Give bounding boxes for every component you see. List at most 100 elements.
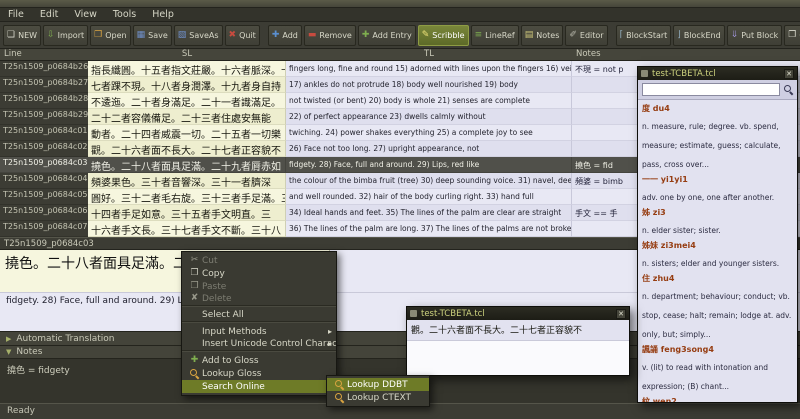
- line-id-cell[interactable]: T25n1509_p0684c05: [0, 189, 88, 205]
- gloss-entry[interactable]: 住 zhu4 n. department; behaviour; conduct…: [642, 273, 793, 341]
- gloss-entry[interactable]: 度 du4 n. measure, rule; degree. vb. spen…: [642, 103, 793, 171]
- quit-icon: ✖: [228, 29, 237, 40]
- column-header-notes[interactable]: Notes: [572, 49, 800, 60]
- source-cell[interactable]: 十六者手文長。三十七者手文不斷。三十八: [88, 221, 286, 237]
- target-cell[interactable]: fingers long, fine and round 15) adorned…: [286, 61, 572, 77]
- context-menu-item[interactable]: ✘ Delete ▸: [182, 293, 336, 306]
- toolbar-button[interactable]: ❒ Open: [90, 24, 131, 46]
- gloss-window-titlebar[interactable]: test-TCBETA.tcl ✕: [638, 67, 797, 80]
- toolbar-button[interactable]: ▤ Notes: [520, 24, 564, 46]
- line-id-cell[interactable]: T25n1509_p0684c02: [0, 141, 88, 157]
- line-id-cell[interactable]: T25n1509_p0684c04: [0, 173, 88, 189]
- gloss-entry[interactable]: 紋 wen2 (n) pattern, marks, traces, rippl…: [642, 396, 793, 402]
- source-cell[interactable]: 二十二者容儀備足。二十三者住處安無能: [88, 109, 286, 125]
- search-icon: [335, 380, 344, 389]
- menubar-item[interactable]: Tools: [105, 8, 144, 21]
- toolbar-button[interactable]: ≡ LineRef: [470, 24, 519, 46]
- column-header-line[interactable]: Line: [0, 49, 88, 60]
- column-header-tl[interactable]: TL: [286, 49, 572, 60]
- gloss-headword: 度 du4: [642, 104, 670, 113]
- gloss-entry[interactable]: 姊 zi3 n. elder sister; sister.: [642, 207, 793, 237]
- target-cell[interactable]: 34) Ideal hands and feet. 35) The lines …: [286, 205, 572, 221]
- put-block-icon: ⇓: [730, 29, 739, 40]
- toolbar-button[interactable]: ✐ Editor: [565, 24, 608, 46]
- toolbar-button-label: SaveAs: [189, 30, 219, 40]
- window-titlebar[interactable]: [0, 0, 800, 8]
- line-id-cell[interactable]: T25n1509_p0684c06: [0, 205, 88, 221]
- toolbar-button[interactable]: ✚ Add: [267, 24, 302, 46]
- menubar-item[interactable]: View: [66, 8, 105, 21]
- toolbar-button[interactable]: ⌋ BlockEnd: [673, 24, 725, 46]
- preview-input-area[interactable]: [407, 340, 629, 375]
- gloss-entry[interactable]: 姊妹 zi3mei4 n. sisters; elder and younger…: [642, 240, 793, 270]
- source-cell[interactable]: 撓色。二十八者面具足滿。二十九者脣赤如: [88, 157, 286, 173]
- gloss-search-input[interactable]: [642, 83, 780, 96]
- context-menu-item-label: Lookup Gloss: [202, 368, 262, 379]
- gloss-definition: adv. one by one, one after another.: [642, 193, 775, 202]
- target-cell[interactable]: not twisted (or bent) 20) body is whole …: [286, 93, 572, 109]
- close-button[interactable]: ✕: [784, 68, 794, 79]
- toolbar-button[interactable]: ✎ Scribble: [417, 24, 469, 46]
- target-cell[interactable]: twiching. 24) power shakes everything 25…: [286, 125, 572, 141]
- context-menu-item[interactable]: ❒ Paste ▸: [182, 280, 336, 293]
- line-ref-icon: ≡: [474, 29, 483, 40]
- line-id-cell[interactable]: T25n1509_p0684b29: [0, 109, 88, 125]
- toolbar-button[interactable]: ⇓ Put Block: [726, 24, 783, 46]
- toolbar-button[interactable]: ✖ Quit: [224, 24, 260, 46]
- context-menu-item[interactable]: Search Online ▸: [182, 380, 336, 393]
- menubar-item[interactable]: Edit: [32, 8, 66, 21]
- target-cell[interactable]: the colour of the bimba fruit (tree) 30)…: [286, 173, 572, 189]
- source-cell[interactable]: 指長纖圓。十五者指文莊嚴。十六者脈深。十: [88, 61, 286, 77]
- context-menu-item[interactable]: Lookup Gloss ▸: [182, 367, 336, 380]
- target-cell[interactable]: 26) Face not too long. 27) upright appea…: [286, 141, 572, 157]
- toolbar-button[interactable]: ▧ SaveAs: [173, 24, 223, 46]
- target-cell[interactable]: 36) The lines of the palm are long. 37) …: [286, 221, 572, 237]
- target-cell[interactable]: fidgety. 28) Face, full and around. 29) …: [286, 157, 572, 173]
- source-cell[interactable]: 圓好。三十二者毛右旋。三十三者手足滿。三: [88, 189, 286, 205]
- line-id-cell[interactable]: T25n1509_p0684b26: [0, 61, 88, 77]
- gloss-entry[interactable]: 諷誦 feng3song4 v. (lit) to read with into…: [642, 344, 793, 393]
- source-cell[interactable]: 動者。二十四者威震一切。二十五者一切樂: [88, 125, 286, 141]
- context-menu-item[interactable]: Select All ▸: [182, 309, 336, 322]
- toolbar-button[interactable]: ✚ Add Entry: [357, 24, 416, 46]
- source-cell[interactable]: 觀。二十六者面不長大。二十七者正容貌不: [88, 141, 286, 157]
- save-icon: ▦: [136, 29, 146, 40]
- toolbar-button[interactable]: ❐ Copy: [784, 24, 800, 46]
- target-cell[interactable]: 17) ankles do not protrude 18) body well…: [286, 77, 572, 93]
- context-menu-item[interactable]: Input Methods ▸: [182, 325, 336, 338]
- toolbar-button[interactable]: ❏ NEW: [3, 24, 42, 46]
- line-id-cell[interactable]: T25n1509_p0684c01: [0, 125, 88, 141]
- line-id-cell[interactable]: T25n1509_p0684c03: [0, 157, 88, 173]
- toolbar-button[interactable]: ⇩ Import: [43, 24, 89, 46]
- new-file-icon: ❏: [7, 29, 16, 40]
- submenu-item[interactable]: Lookup CTEXT: [327, 391, 429, 404]
- search-icon[interactable]: [784, 85, 793, 94]
- toolbar-button[interactable]: ▦ Save: [132, 24, 172, 46]
- submenu-item[interactable]: Lookup DDBT: [327, 378, 429, 391]
- target-cell[interactable]: 22) of perfect appearance 23) dwells cal…: [286, 109, 572, 125]
- gloss-entry[interactable]: 一一 yi1yi1 adv. one by one, one after ano…: [642, 174, 793, 204]
- source-cell[interactable]: 十四者手足如意。三十五者手文明直。三: [88, 205, 286, 221]
- menubar-item[interactable]: File: [0, 8, 32, 21]
- line-id-cell[interactable]: T25n1509_p0684b28: [0, 93, 88, 109]
- toolbar-button[interactable]: ⌈ BlockStart: [615, 24, 672, 46]
- context-menu-item[interactable]: ✚ Add to Gloss ▸: [182, 354, 336, 367]
- toolbar: ❏ NEW ⇩ Import ❒ Open ▦ Save ▧ SaveAs ✖ …: [0, 22, 800, 49]
- source-cell[interactable]: 七者踝不現。十八者身潤澤。十九者身自持: [88, 77, 286, 93]
- line-id-cell[interactable]: T25n1509_p0684b27: [0, 77, 88, 93]
- gloss-window: test-TCBETA.tcl ✕ 度 du4 n. measure, rule…: [637, 66, 798, 403]
- menubar-item[interactable]: Help: [144, 8, 182, 21]
- context-menu-item[interactable]: Insert Unicode Control Character ▸: [182, 338, 336, 351]
- column-header-sl[interactable]: SL: [88, 49, 286, 60]
- close-button[interactable]: ✕: [616, 308, 626, 319]
- context-menu-item[interactable]: ✂ Cut ▸: [182, 254, 336, 267]
- line-id-cell[interactable]: T25n1509_p0684c07: [0, 221, 88, 237]
- toolbar-button[interactable]: ▬ Remove: [303, 24, 356, 46]
- preview-window-titlebar[interactable]: test-TCBETA.tcl ✕: [407, 307, 629, 320]
- gloss-definition: v. (lit) to read with intonation and exp…: [642, 363, 769, 391]
- source-cell[interactable]: 不逶迤。二十者身滿足。二十一者識滿足。: [88, 93, 286, 109]
- context-menu-item-label: Copy: [202, 268, 225, 279]
- target-cell[interactable]: and well rounded. 32) hair of the body c…: [286, 189, 572, 205]
- context-menu-item[interactable]: ❐ Copy ▸: [182, 267, 336, 280]
- source-cell[interactable]: 頻婆果色。三十者音響深。三十一者臍深: [88, 173, 286, 189]
